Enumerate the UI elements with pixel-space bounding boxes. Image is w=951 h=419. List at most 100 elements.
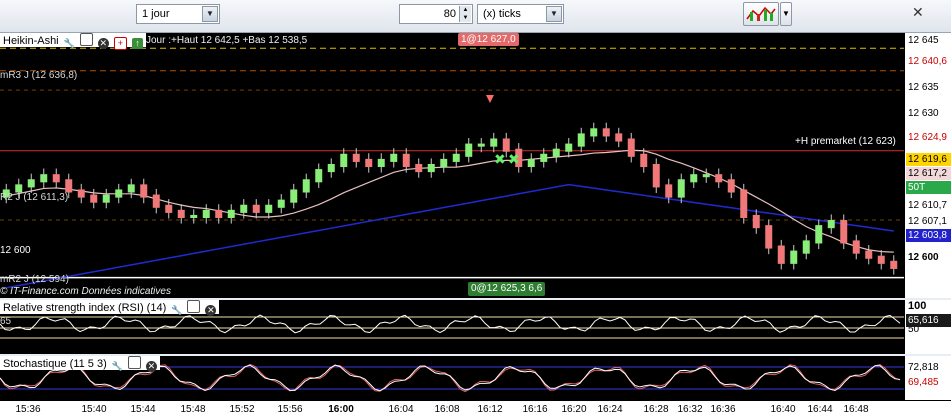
chevron-down-icon[interactable]: ▼ xyxy=(546,6,562,22)
candle xyxy=(615,133,623,142)
window-icon[interactable] xyxy=(187,300,201,313)
candle xyxy=(265,204,273,213)
tick-count-input[interactable]: 80 ▲ ▼ xyxy=(399,4,473,24)
price-tag: 12 640,6 xyxy=(906,55,951,68)
time-axis: 15:36 15:40 15:44 15:48 15:52 15:56 16:00 16:04… xyxy=(0,400,951,419)
candle xyxy=(227,209,235,218)
x-tick: 16:28 xyxy=(643,404,669,415)
stochastic-header: Stochastique (11 5 3) 🔧 ✕ xyxy=(0,356,160,372)
candle xyxy=(327,163,335,173)
chart-type-chevron-icon[interactable]: ▼ xyxy=(780,2,792,26)
close-icon[interactable]: ✕ xyxy=(97,38,109,49)
candle xyxy=(377,158,385,168)
candle xyxy=(577,133,585,147)
y-tick: 100 xyxy=(908,300,927,312)
candle xyxy=(115,189,123,198)
settings-icon[interactable]: 🔧 xyxy=(171,305,182,316)
spinner-icon[interactable]: ▲ ▼ xyxy=(459,6,471,22)
candle xyxy=(465,143,473,157)
order-tag-top[interactable]: 1@12 627,0 xyxy=(458,33,519,46)
close-icon[interactable]: ✕ xyxy=(912,5,926,19)
candle xyxy=(627,138,635,157)
stochastic-axis: 72,818 69,485 xyxy=(904,356,951,400)
candlestick-chart-icon[interactable] xyxy=(743,2,779,26)
stochastic-panel[interactable]: Stochastique (11 5 3) 🔧 ✕ xyxy=(0,356,904,400)
candle xyxy=(690,174,698,183)
close-icon[interactable]: ✕ xyxy=(145,361,157,372)
candle xyxy=(590,128,598,137)
x-tick: 16:00 xyxy=(328,404,354,415)
candle xyxy=(502,138,510,152)
candle xyxy=(127,184,135,193)
price-tag: 12 624,9 xyxy=(906,131,951,144)
y-tick: 12 635 xyxy=(908,82,939,93)
candle xyxy=(765,225,773,249)
x-tick: 15:44 xyxy=(130,404,156,415)
settings-icon[interactable]: 🔧 xyxy=(64,38,75,49)
x-tick: 16:04 xyxy=(388,404,414,415)
main-chart-panel[interactable]: ✖ ✖ Heikin-Ashi 🔧 ✕ + ↑ Jour :+Haut 12 64… xyxy=(0,33,904,298)
candle xyxy=(665,184,673,198)
tick-count-value: 80 xyxy=(443,8,456,20)
candle xyxy=(152,194,160,208)
level-label-mr2: mR2 J (12 594) xyxy=(0,274,69,285)
buy-cross-icon: ✖ xyxy=(494,152,506,168)
candle xyxy=(102,194,110,203)
main-chart-svg: ✖ ✖ xyxy=(0,47,904,289)
window-icon[interactable] xyxy=(127,356,141,369)
y-tick: 12 600 xyxy=(908,252,939,263)
candle xyxy=(852,240,860,254)
level-label-12600: 12 600 xyxy=(0,245,31,256)
window-icon[interactable] xyxy=(79,33,93,46)
price-tag: 12 617,2 xyxy=(906,167,951,180)
level-label-r2: R2 J (12 611,3) xyxy=(0,192,69,203)
candle xyxy=(140,184,148,198)
candle xyxy=(477,143,485,147)
candle xyxy=(752,214,760,229)
tick-unit-select[interactable]: (x) ticks ▼ xyxy=(477,4,564,24)
main-price-axis: 12 645 12 635 12 630 12 600 12 640,6 12 6… xyxy=(904,33,951,298)
period-select[interactable]: 1 jour ▼ xyxy=(136,4,220,24)
candle xyxy=(802,240,810,254)
price-tag: 12 603,8 xyxy=(906,229,951,242)
candle xyxy=(202,209,210,218)
buy-cross-icon: ✖ xyxy=(508,152,520,168)
candle xyxy=(815,225,823,244)
rsi-axis: 100 50 65,616 xyxy=(904,300,951,354)
candle xyxy=(527,158,535,168)
arrow-up-icon[interactable]: ↑ xyxy=(131,38,143,49)
rsi-header: Relative strength index (RSI) (14) 🔧 ✕ xyxy=(0,300,220,316)
stochastic-tag: 72,818 xyxy=(906,361,951,374)
rsi-panel[interactable]: Relative strength index (RSI) (14) 🔧 ✕ 6… xyxy=(0,300,904,354)
x-tick: 15:40 xyxy=(81,404,107,415)
x-tick: 16:08 xyxy=(434,404,460,415)
candle xyxy=(565,143,573,152)
x-tick: 15:52 xyxy=(229,404,255,415)
candle xyxy=(77,189,85,198)
candle xyxy=(490,138,498,147)
x-tick: 15:36 xyxy=(15,404,41,415)
candle xyxy=(540,153,548,162)
price-tag: 12 607,1 xyxy=(906,215,951,228)
candle xyxy=(90,194,98,203)
settings-icon[interactable]: 🔧 xyxy=(112,361,123,372)
candle xyxy=(840,220,848,244)
level-label-mr3: mR3 J (12 636,8) xyxy=(0,70,78,81)
x-tick: 15:56 xyxy=(277,404,303,415)
tick-unit-value: (x) ticks xyxy=(483,8,521,20)
candle xyxy=(790,250,798,264)
toolbar: 1 jour ▼ 80 ▲ ▼ (x) ticks ▼ ▼ ✕ xyxy=(0,0,951,33)
x-tick: 16:44 xyxy=(807,404,833,415)
y-tick: 12 645 xyxy=(908,35,939,46)
candle xyxy=(402,153,410,168)
candle xyxy=(190,214,198,218)
x-tick: 16:32 xyxy=(677,404,703,415)
price-tag: 12 619,6 xyxy=(906,153,951,166)
candle xyxy=(215,209,223,218)
order-tag-bottom[interactable]: 0@12 625,3 6,6 xyxy=(468,282,546,296)
plus-icon[interactable]: + xyxy=(113,37,127,50)
chevron-down-icon[interactable]: ▼ xyxy=(202,6,218,22)
candle xyxy=(890,260,898,269)
candle xyxy=(652,163,660,188)
candle xyxy=(177,209,185,218)
